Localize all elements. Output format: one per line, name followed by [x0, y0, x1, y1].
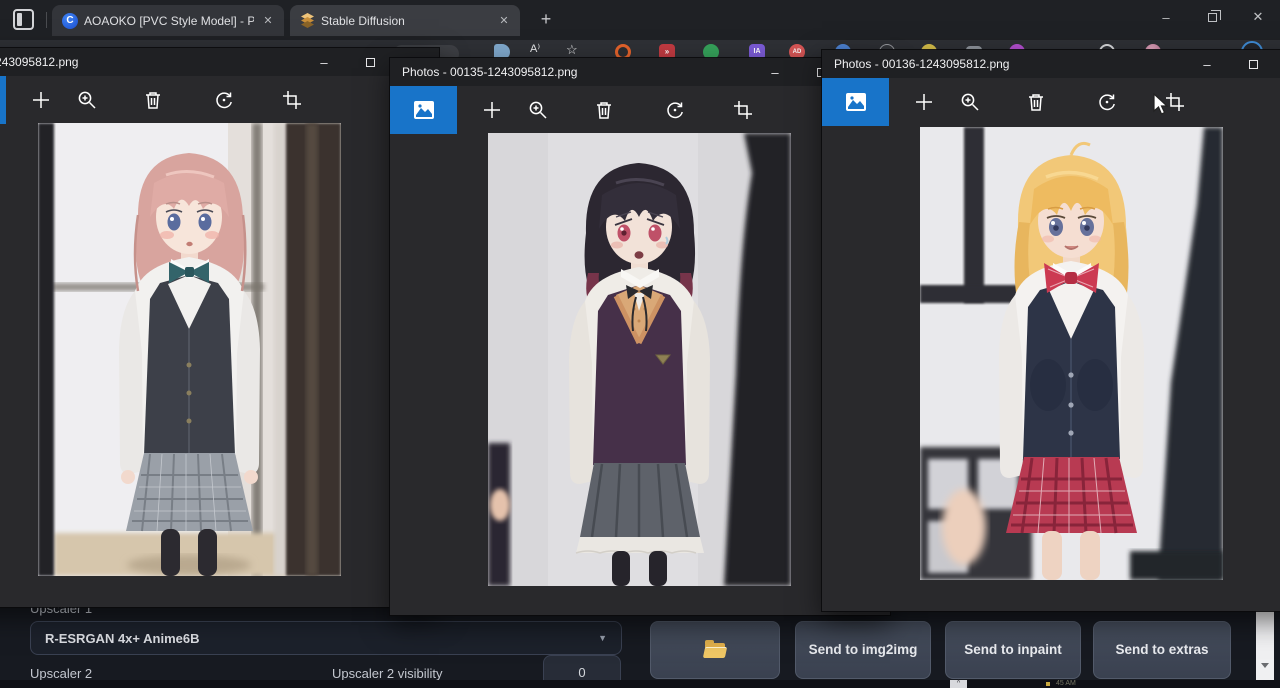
tab-title: AOAOKO [PVC Style Model] - PV: [84, 14, 254, 28]
plus-icon: [481, 99, 503, 121]
delete-button[interactable]: [1013, 78, 1059, 126]
photo-gallery-icon: [412, 98, 436, 122]
send-to-inpaint-button[interactable]: Send to inpaint: [945, 621, 1081, 679]
crop-icon: [281, 89, 303, 111]
folder-icon: [705, 643, 725, 657]
rotate-button[interactable]: [652, 86, 698, 134]
desktop-screen: C AOAOKO [PVC Style Model] - PV ✕ Stable…: [0, 0, 1280, 688]
zoom-button[interactable]: [515, 86, 561, 134]
tab-separator: [46, 12, 47, 28]
read-aloud-icon[interactable]: A⁾: [530, 42, 540, 55]
open-output-folder-button[interactable]: [650, 621, 780, 679]
rotate-button[interactable]: [201, 76, 247, 124]
trash-icon: [593, 99, 615, 121]
crop-icon: [732, 99, 754, 121]
add-button[interactable]: [469, 86, 515, 134]
delete-button[interactable]: [581, 86, 627, 134]
delete-button[interactable]: [130, 76, 176, 124]
tab-close-icon[interactable]: ✕: [260, 13, 276, 29]
trash-icon: [1025, 91, 1047, 113]
rotate-button[interactable]: [1084, 78, 1130, 126]
tab-close-icon[interactable]: ✕: [496, 13, 512, 29]
upscaler1-value: R-ESRGAN 4x+ Anime6B: [45, 631, 598, 646]
zoom-in-icon: [76, 89, 98, 111]
window-title: Photos - 00135-1243095812.png: [402, 65, 577, 79]
maximize-icon: [366, 58, 375, 67]
zoom-in-icon: [959, 91, 981, 113]
bookmark-star-icon[interactable]: ☆: [566, 42, 578, 58]
plus-icon: [30, 89, 52, 111]
browser-minimize-button[interactable]: –: [1144, 0, 1188, 34]
minimize-button[interactable]: –: [301, 48, 347, 76]
rotate-icon: [1096, 91, 1118, 113]
taskbar-clock: 45 AM: [1056, 680, 1076, 687]
upscaler2-visibility-label: Upscaler 2 visibility: [332, 666, 443, 681]
see-all-photos-button[interactable]: [390, 86, 457, 134]
upscaler2-label: Upscaler 2: [30, 666, 92, 681]
taskbar-sliver: ^ 45 AM: [0, 680, 1280, 688]
rotate-icon: [213, 89, 235, 111]
crop-button[interactable]: [269, 76, 315, 124]
maximize-button[interactable]: [1230, 50, 1276, 78]
photos-window-00134[interactable]: 00134-1243095812.png –: [0, 48, 439, 607]
civitai-favicon-icon: C: [62, 13, 78, 29]
zoom-button[interactable]: [947, 78, 993, 126]
tab-overview-button[interactable]: [13, 9, 34, 30]
tray-expand-button[interactable]: ^: [950, 680, 967, 688]
crop-button[interactable]: [720, 86, 766, 134]
page-scrollbar[interactable]: [1256, 611, 1274, 688]
rotate-icon: [664, 99, 686, 121]
see-all-photos-button[interactable]: [822, 78, 889, 126]
scroll-down-arrow-icon[interactable]: [1261, 663, 1269, 668]
zoom-button[interactable]: [64, 76, 110, 124]
plus-icon: [913, 91, 935, 113]
window-title: Photos - 00136-1243095812.png: [834, 57, 1009, 71]
add-button[interactable]: [901, 78, 947, 126]
tray-notification-dot: [1046, 682, 1050, 686]
send-to-extras-button[interactable]: Send to extras: [1093, 621, 1231, 679]
tab-title: Stable Diffusion: [321, 14, 490, 28]
browser-close-button[interactable]: ✕: [1236, 0, 1280, 34]
window-title: 00134-1243095812.png: [0, 55, 78, 69]
trash-icon: [142, 89, 164, 111]
chevron-down-icon: ▼: [598, 633, 607, 643]
upscaler1-dropdown[interactable]: R-ESRGAN 4x+ Anime6B ▼: [30, 621, 622, 655]
new-tab-button[interactable]: +: [534, 8, 558, 32]
see-all-photos-button[interactable]: [0, 76, 6, 124]
photos-window-00135[interactable]: Photos - 00135-1243095812.png –: [390, 58, 890, 615]
maximize-icon: [1249, 60, 1258, 69]
send-to-img2img-button[interactable]: Send to img2img: [795, 621, 931, 679]
photo-00134[interactable]: [38, 123, 341, 576]
photo-00135[interactable]: [488, 133, 791, 586]
browser-tab-bar: C AOAOKO [PVC Style Model] - PV ✕ Stable…: [0, 0, 1280, 40]
minimize-button[interactable]: –: [1184, 50, 1230, 78]
restore-icon: [1208, 13, 1217, 22]
maximize-button[interactable]: [347, 48, 393, 76]
browser-tab-stable-diffusion[interactable]: Stable Diffusion ✕: [290, 5, 520, 36]
minimize-button[interactable]: –: [752, 58, 798, 86]
photo-00136[interactable]: [920, 127, 1223, 580]
photos-window-00136[interactable]: Photos - 00136-1243095812.png –: [822, 50, 1280, 611]
add-button[interactable]: [18, 76, 64, 124]
zoom-in-icon: [527, 99, 549, 121]
browser-tab-civitai[interactable]: C AOAOKO [PVC Style Model] - PV ✕: [52, 5, 284, 36]
photo-gallery-icon: [844, 90, 868, 114]
mouse-cursor: [1152, 93, 1170, 117]
stable-diffusion-favicon-icon: [300, 13, 315, 28]
browser-restore-button[interactable]: [1190, 0, 1234, 34]
